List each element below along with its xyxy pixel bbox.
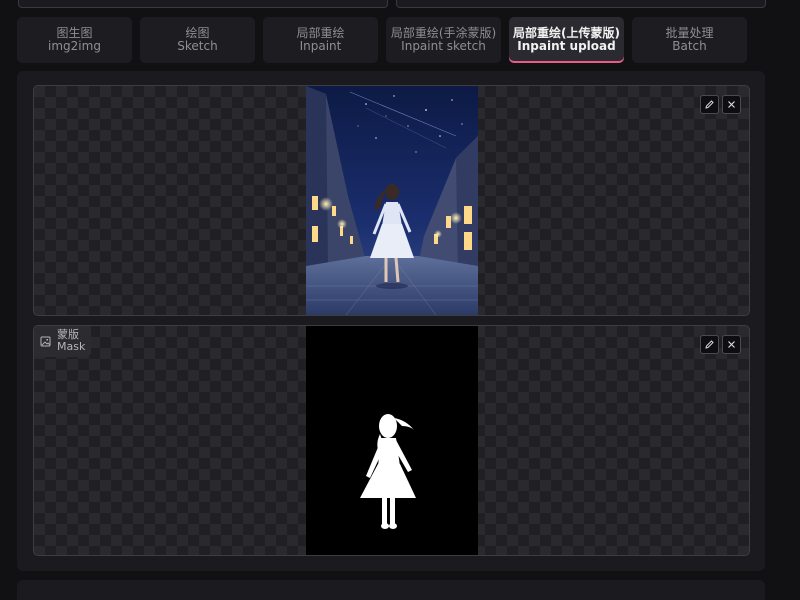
top-field-left[interactable] [18,0,388,8]
edit-mask-button[interactable] [700,335,719,354]
tab-inpaint-upload[interactable]: 局部重绘(上传蒙版) Inpaint upload [509,17,624,63]
tab-label-en: img2img [48,39,101,53]
tab-label-en: Inpaint sketch [401,39,486,53]
img2img-tab-bar: 图生图 img2img 绘图 Sketch 局部重绘 Inpaint 局部重绘(… [17,17,766,63]
source-image-tools [700,95,741,114]
clear-mask-button[interactable] [722,335,741,354]
image-icon [40,336,51,347]
inpaint-upload-panel: 蒙版 Mask [17,71,765,571]
tab-batch[interactable]: 批量处理 Batch [632,17,747,63]
mask-image-canvas[interactable]: 蒙版 Mask [33,325,750,556]
tab-label-en: Batch [672,39,707,53]
mask-image-tools [700,335,741,354]
close-icon [728,341,735,348]
tab-sketch[interactable]: 绘图 Sketch [140,17,255,63]
pencil-icon [705,340,714,349]
top-input-row [18,0,766,8]
tab-inpaint-sketch[interactable]: 局部重绘(手涂蒙版) Inpaint sketch [386,17,501,63]
tab-label-en: Inpaint [299,39,342,53]
top-field-right[interactable] [396,0,766,8]
tab-inpaint[interactable]: 局部重绘 Inpaint [263,17,378,63]
tab-img2img[interactable]: 图生图 img2img [17,17,132,63]
mask-label: 蒙版 Mask [34,326,92,357]
mask-image [306,326,478,555]
mask-label-en: Mask [57,340,86,353]
pencil-icon [705,100,714,109]
clear-image-button[interactable] [722,95,741,114]
settings-panel [17,580,765,600]
tab-label-en: Inpaint upload [517,39,616,53]
source-image-canvas[interactable] [33,85,750,316]
source-image [306,86,478,315]
edit-image-button[interactable] [700,95,719,114]
close-icon [728,101,735,108]
tab-label-en: Sketch [177,39,218,53]
